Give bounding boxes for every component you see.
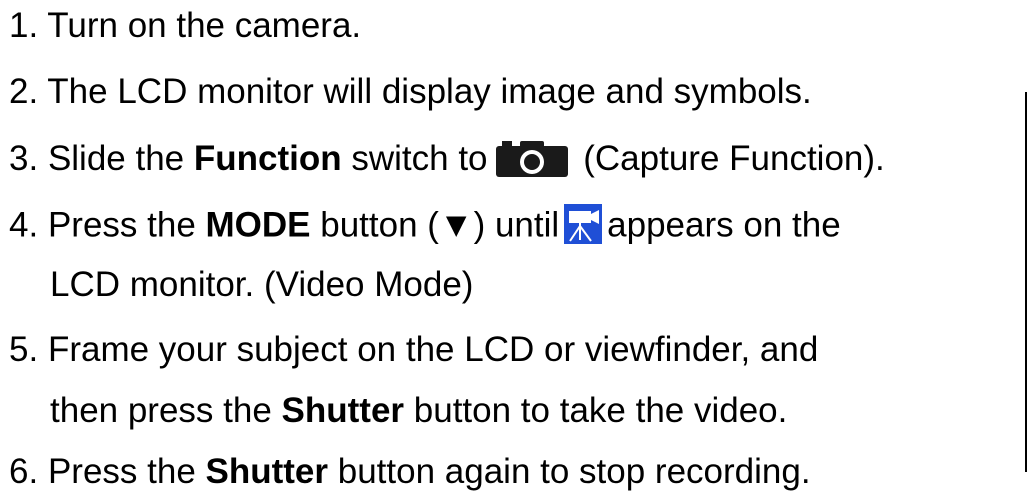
step-text: LCD monitor. (Video Mode) (50, 265, 474, 304)
video-camera-icon (563, 202, 603, 246)
step-3: 3. Slide the Function switch to (Capture… (9, 139, 885, 182)
step-text-post: button again to stop recording. (328, 452, 811, 491)
step-1: 1. Turn on the camera. (9, 6, 361, 46)
step-number: 5. (9, 330, 39, 369)
step-text-pre: then press the (50, 391, 282, 430)
step-2: 2. The LCD monitor will display image an… (9, 72, 812, 112)
step-text-after: (Capture Function). (573, 139, 885, 178)
step-text: Frame your subject on the LCD or viewfin… (47, 330, 819, 369)
page-edge-divider (1025, 92, 1027, 472)
step-5: 5. Frame your subject on the LCD or view… (9, 330, 818, 370)
step-text-after: appears on the (607, 205, 841, 245)
step-4: 4. Press the MODE button (▼) until appea… (9, 202, 841, 249)
mode-button-label: MODE (205, 205, 311, 245)
step-number: 4. (9, 205, 39, 245)
step-6: 6. Press the Shutter button again to sto… (9, 452, 811, 492)
step-4-continuation: LCD monitor. (Video Mode) (50, 265, 473, 305)
shutter-button-label: Shutter (281, 391, 405, 430)
step-number: 2. (9, 72, 39, 111)
step-text-post: button (▼) until (310, 205, 560, 245)
instruction-steps: 1. Turn on the camera. 2. The LCD monito… (0, 0, 1031, 492)
camera-icon (494, 137, 570, 179)
shutter-button-label: Shutter (205, 452, 329, 491)
step-text-pre: Slide the (47, 139, 194, 178)
function-switch-label: Function (193, 139, 342, 178)
step-text-pre: Press the (47, 205, 206, 245)
step-5-continuation: then press the Shutter button to take th… (50, 391, 787, 431)
step-number: 6. (9, 452, 39, 491)
step-text: The LCD monitor will display image and s… (47, 72, 812, 111)
step-number: 3. (9, 139, 39, 178)
step-text: Turn on the camera. (47, 6, 362, 45)
step-number: 1. (9, 6, 39, 45)
step-text-post: button to take the video. (404, 391, 788, 430)
step-text-pre: Press the (47, 452, 206, 491)
step-text-post: switch to (341, 139, 488, 178)
